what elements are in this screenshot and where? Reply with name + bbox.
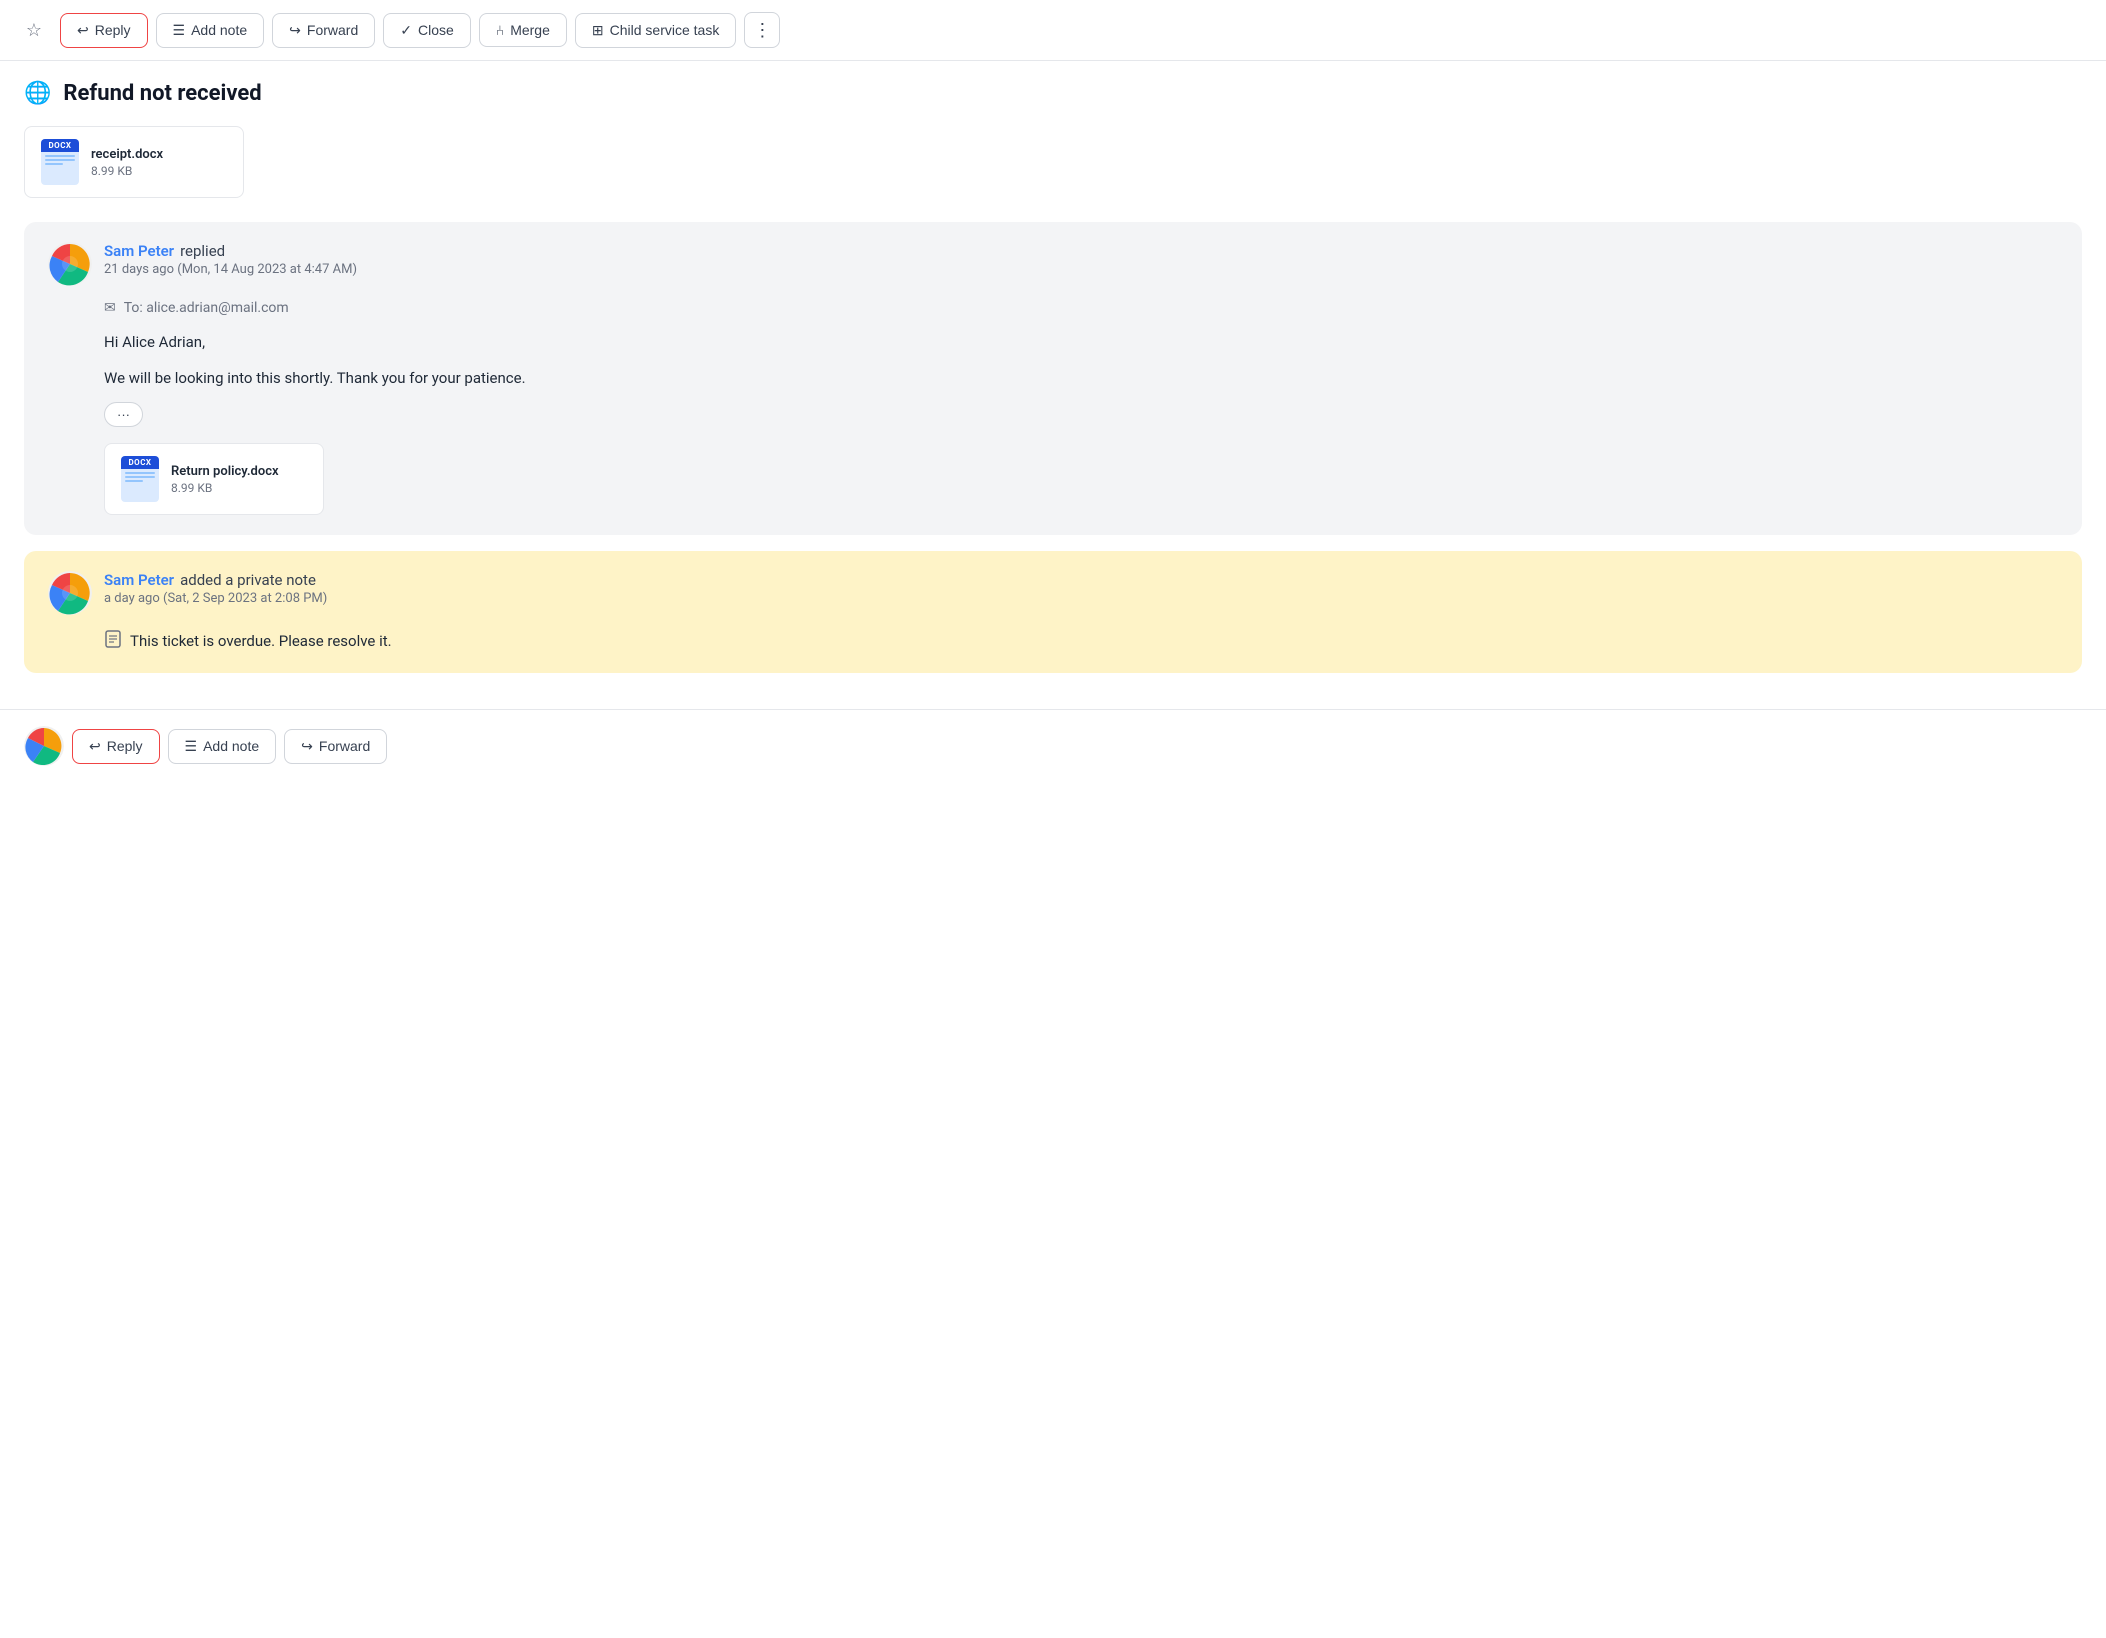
bottom-forward-label: Forward: [319, 738, 370, 754]
message-meta: Sam Peter replied 21 days ago (Mon, 14 A…: [104, 242, 357, 277]
bottom-reply-icon: ↩: [89, 738, 101, 755]
close-icon: ✓: [400, 22, 412, 39]
forward-label: Forward: [307, 22, 358, 38]
main-content: 🌐 Refund not received DOCX receipt.docx …: [0, 61, 2106, 709]
child-service-task-label: Child service task: [610, 22, 720, 38]
add-note-icon: ☰: [173, 22, 186, 39]
file-name: receipt.docx: [91, 147, 163, 162]
action-text: replied: [180, 242, 225, 260]
reply-icon: ↩: [77, 22, 89, 39]
child-service-task-button[interactable]: ⊞ Child service task: [575, 13, 736, 48]
bottom-add-note-button[interactable]: ☰ Add note: [168, 729, 277, 764]
attachment-info-2: Return policy.docx 8.99 KB: [171, 464, 279, 495]
note-meta-line: Sam Peter added a private note: [104, 571, 327, 589]
page-title-row: 🌐 Refund not received: [24, 81, 2082, 106]
return-policy-attachment[interactable]: DOCX Return policy.docx 8.99 KB: [104, 443, 324, 515]
sender-name: Sam Peter: [104, 242, 174, 260]
child-task-icon: ⊞: [592, 22, 604, 39]
note-action-text: added a private note: [180, 571, 316, 589]
add-note-label: Add note: [191, 22, 247, 38]
globe-icon: 🌐: [24, 81, 51, 106]
note-timestamp: a day ago (Sat, 2 Sep 2023 at 2:08 PM): [104, 591, 327, 606]
reply-label: Reply: [95, 22, 131, 38]
timestamp: 21 days ago (Mon, 14 Aug 2023 at 4:47 AM…: [104, 262, 357, 277]
expand-dots-icon: ···: [117, 407, 130, 422]
to-line: ✉ To: alice.adrian@mail.com: [104, 300, 2058, 316]
merge-label: Merge: [510, 22, 550, 38]
expand-button[interactable]: ···: [104, 402, 143, 427]
receipt-attachment[interactable]: DOCX receipt.docx 8.99 KB: [24, 126, 244, 198]
notepad-icon: [104, 630, 122, 652]
bottom-forward-icon: ↪: [301, 738, 313, 755]
docx-file-icon-2: DOCX: [121, 456, 159, 502]
avatar: [48, 242, 92, 286]
more-icon: ⋮: [753, 20, 771, 41]
star-button[interactable]: ☆: [16, 12, 52, 48]
bottom-reply-button[interactable]: ↩ Reply: [72, 729, 160, 764]
note-avatar: [48, 571, 92, 615]
file-size-2: 8.99 KB: [171, 481, 279, 495]
bottom-reply-label: Reply: [107, 738, 143, 754]
page-title: Refund not received: [63, 81, 261, 106]
message-greeting: Hi Alice Adrian,: [104, 330, 2058, 354]
envelope-icon: ✉: [104, 300, 116, 316]
note-message-header: Sam Peter added a private note a day ago…: [48, 571, 2058, 615]
file-size: 8.99 KB: [91, 164, 163, 178]
forward-icon: ↪: [289, 22, 301, 39]
reply-button[interactable]: ↩ Reply: [60, 13, 148, 48]
message-body-text: We will be looking into this shortly. Th…: [104, 366, 2058, 390]
reply-conversation-card: Sam Peter replied 21 days ago (Mon, 14 A…: [24, 222, 2082, 535]
top-toolbar: ☆ ↩ Reply ☰ Add note ↪ Forward ✓ Close ⑃…: [0, 0, 2106, 61]
file-name-2: Return policy.docx: [171, 464, 279, 479]
meta-line: Sam Peter replied: [104, 242, 357, 260]
note-sender-name: Sam Peter: [104, 571, 174, 589]
message-body: ✉ To: alice.adrian@mail.com Hi Alice Adr…: [48, 300, 2058, 515]
bottom-add-note-label: Add note: [203, 738, 259, 754]
bottom-avatar: [24, 726, 64, 766]
close-label: Close: [418, 22, 454, 38]
note-message-meta: Sam Peter added a private note a day ago…: [104, 571, 327, 606]
to-address: To: alice.adrian@mail.com: [124, 300, 289, 316]
docx-file-icon: DOCX: [41, 139, 79, 185]
add-note-button[interactable]: ☰ Add note: [156, 13, 265, 48]
bottom-toolbar: ↩ Reply ☰ Add note ↪ Forward: [0, 709, 2106, 782]
forward-button[interactable]: ↪ Forward: [272, 13, 375, 48]
note-text: This ticket is overdue. Please resolve i…: [130, 629, 392, 653]
merge-icon: ⑃: [496, 22, 504, 38]
attachment-info: receipt.docx 8.99 KB: [91, 147, 163, 178]
star-icon: ☆: [26, 20, 42, 41]
note-body: This ticket is overdue. Please resolve i…: [48, 629, 2058, 653]
close-button[interactable]: ✓ Close: [383, 13, 471, 48]
message-header: Sam Peter replied 21 days ago (Mon, 14 A…: [48, 242, 2058, 286]
bottom-forward-button[interactable]: ↪ Forward: [284, 729, 387, 764]
merge-button[interactable]: ⑃ Merge: [479, 13, 567, 47]
bottom-add-note-icon: ☰: [185, 738, 198, 755]
more-options-button[interactable]: ⋮: [744, 12, 780, 48]
private-note-card: Sam Peter added a private note a day ago…: [24, 551, 2082, 673]
